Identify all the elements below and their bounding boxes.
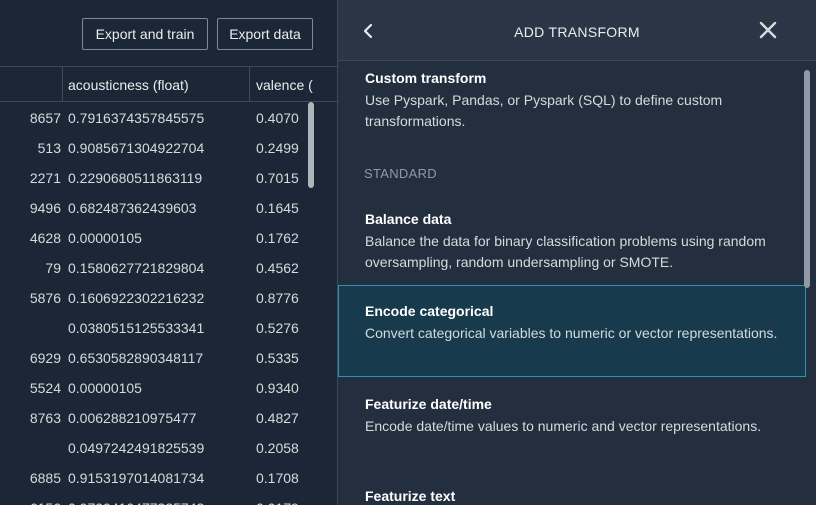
section-label-standard: STANDARD — [364, 166, 437, 181]
table-cell: 0.682487362439603 — [68, 200, 197, 216]
table-cell: 0.2290680511863119 — [68, 170, 203, 186]
transform-title: Balance data — [365, 211, 452, 227]
table-cell: 0.1645 — [256, 200, 299, 216]
toolbar: Export and train Export data — [0, 0, 337, 66]
chevron-left-icon[interactable] — [356, 18, 380, 44]
table-cell — [0, 313, 61, 343]
table-row: 6156 0.9700410477335742 0.0179 — [0, 493, 337, 505]
table-row: 5876 0.1606922302216232 0.8776 — [0, 283, 337, 313]
table-cell: 8657 — [29, 110, 61, 126]
column-divider[interactable] — [249, 67, 250, 101]
table-cell: 5876 — [29, 290, 61, 306]
transform-title: Featurize text — [365, 488, 456, 504]
table-cell: 0.9085671304922704 — [68, 140, 205, 156]
table-cell: 79 — [45, 260, 61, 276]
table-cell: 0.1762 — [256, 230, 299, 246]
table-cell: 2271 — [29, 170, 61, 186]
table-row: 513 0.9085671304922704 0.2499 — [0, 133, 337, 163]
column-divider[interactable] — [62, 67, 63, 101]
table-cell: 4628 — [29, 230, 61, 246]
transform-title: Featurize date/time — [365, 396, 492, 412]
table-cell: 6929 — [29, 350, 61, 366]
table-cell — [0, 433, 61, 463]
table-cell: 5524 — [29, 380, 61, 396]
table-cell: 0.8776 — [256, 290, 299, 306]
table-cell: 513 — [37, 140, 61, 156]
transform-title: Custom transform — [365, 70, 487, 86]
transform-description: Use Pyspark, Pandas, or Pyspark (SQL) to… — [365, 92, 723, 129]
table-cell: 0.2058 — [256, 440, 299, 456]
table-cell: 0.7015 — [256, 170, 299, 186]
panel-title: ADD TRANSFORM — [514, 24, 640, 40]
table-cell: 0.1708 — [256, 470, 299, 486]
column-header[interactable] — [0, 67, 61, 101]
transform-description: Convert categorical variables to numeric… — [365, 325, 778, 341]
table-cell: 6156 — [0, 493, 61, 505]
transform-item-featurize-datetime[interactable]: Featurize date/time Encode date/time val… — [338, 394, 806, 437]
table-cell: 0.5276 — [256, 320, 299, 336]
table-cell: 0.1606922302216232 — [68, 290, 205, 306]
transform-item-balance-data[interactable]: Balance data Balance the data for binary… — [338, 209, 806, 273]
table-cell: 0.6530582890348117 — [68, 350, 204, 366]
table-cell: 0.4827 — [256, 410, 299, 426]
export-and-train-button[interactable]: Export and train — [82, 18, 208, 50]
table-cell: 9496 — [29, 200, 61, 216]
table-row: 9496 0.682487362439603 0.1645 — [0, 193, 337, 223]
export-data-button[interactable]: Export data — [217, 18, 313, 50]
table-cell: 0.9340 — [256, 380, 299, 396]
table-cell: 0.1580627721829804 — [68, 260, 205, 276]
table-row: 8657 0.7916374357845575 0.4070 — [0, 103, 337, 133]
data-table: acousticness (float) valence ( 8657 0.791… — [0, 66, 337, 505]
transform-description: Balance the data for binary classificati… — [365, 233, 766, 270]
table-row: 0.0497242491825539 0.2058 — [0, 433, 337, 463]
close-icon[interactable] — [758, 20, 778, 40]
column-header-acousticness[interactable]: acousticness (float) — [68, 67, 248, 101]
table-cell: 8763 — [29, 410, 61, 426]
table-row: 2271 0.2290680511863119 0.7015 — [0, 163, 337, 193]
add-transform-panel: ADD TRANSFORM Custom transform Use Pyspa… — [338, 0, 816, 505]
transform-title: Encode categorical — [365, 303, 494, 319]
table-cell: 0.9700410477335742 — [68, 493, 248, 505]
table-cell: 6885 — [29, 470, 61, 486]
table-scrollbar[interactable] — [308, 102, 314, 188]
transform-item-encode-categorical[interactable]: Encode categorical Convert categorical v… — [338, 301, 806, 344]
table-cell: 0.0497242491825539 — [68, 440, 205, 456]
panel-scrollbar[interactable] — [804, 70, 810, 288]
table-row: 5524 0.00000105 0.9340 — [0, 373, 337, 403]
table-row: 6929 0.6530582890348117 0.5335 — [0, 343, 337, 373]
table-cell: 0.00000105 — [68, 230, 142, 246]
table-row: 0.0380515125533341 0.5276 — [0, 313, 337, 343]
table-header: acousticness (float) valence ( — [0, 66, 337, 102]
table-cell: 0.0380515125533341 — [68, 320, 205, 336]
table-cell: 0.0179 — [256, 493, 312, 505]
table-row: 6885 0.9153197014081734 0.1708 — [0, 463, 337, 493]
table-cell: 0.9153197014081734 — [68, 470, 205, 486]
column-header-valence[interactable]: valence ( — [256, 67, 316, 101]
data-preview-panel: Export and train Export data acousticnes… — [0, 0, 337, 505]
table-row: 79 0.1580627721829804 0.4562 — [0, 253, 337, 283]
table-cell: 0.7916374357845575 — [68, 110, 205, 126]
transform-item-featurize-text[interactable]: Featurize text — [338, 486, 806, 505]
table-cell: 0.2499 — [256, 140, 299, 156]
table-cell: 0.4562 — [256, 260, 299, 276]
transform-description: Encode date/time values to numeric and v… — [365, 418, 762, 434]
table-row: 4628 0.00000105 0.1762 — [0, 223, 337, 253]
table-cell: 0.006288210975477 — [68, 410, 197, 426]
table-cell: 0.00000105 — [68, 380, 142, 396]
table-body: 8657 0.7916374357845575 0.4070 513 0.9085671… — [0, 103, 337, 505]
table-cell: 0.4070 — [256, 110, 299, 126]
panel-header: ADD TRANSFORM — [338, 0, 816, 61]
table-row: 8763 0.006288210975477 0.4827 — [0, 403, 337, 433]
table-cell: 0.5335 — [256, 350, 299, 366]
transform-item-custom[interactable]: Custom transform Use Pyspark, Pandas, or… — [338, 68, 806, 132]
